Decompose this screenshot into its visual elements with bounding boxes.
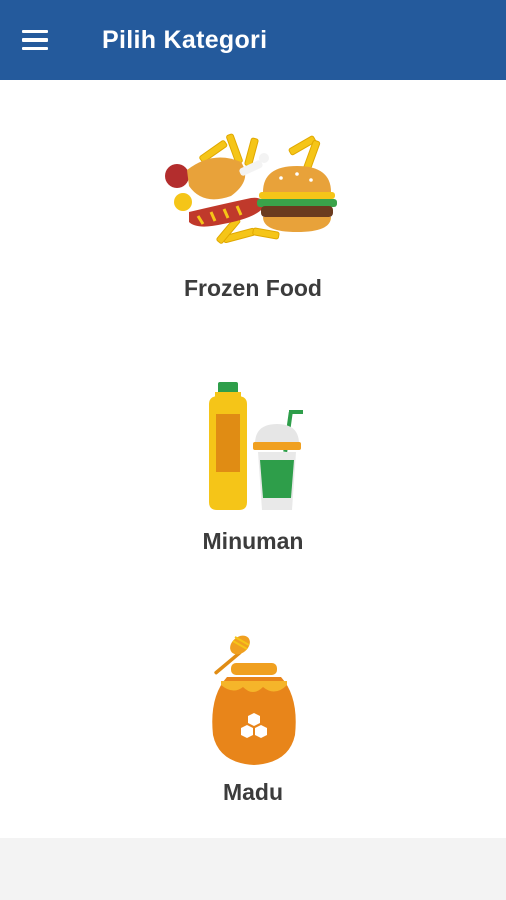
page-title: Pilih Kategori xyxy=(102,26,268,54)
category-frozen-food[interactable]: Frozen Food xyxy=(103,120,403,360)
hamburger-menu-icon[interactable] xyxy=(22,26,56,54)
category-label: Frozen Food xyxy=(184,275,322,301)
drinks-icon xyxy=(209,382,303,510)
category-label: Minuman xyxy=(202,528,304,554)
app-bar: Pilih Kategori xyxy=(0,0,506,80)
category-madu[interactable]: Madu xyxy=(103,625,403,865)
honey-jar-icon xyxy=(212,635,296,765)
category-label: Madu xyxy=(222,779,284,805)
category-minuman[interactable]: Minuman xyxy=(103,372,403,612)
bottom-area xyxy=(0,838,506,900)
frozen-food-icon xyxy=(165,133,337,244)
category-list: Frozen Food Minuman Madu xyxy=(0,80,506,838)
